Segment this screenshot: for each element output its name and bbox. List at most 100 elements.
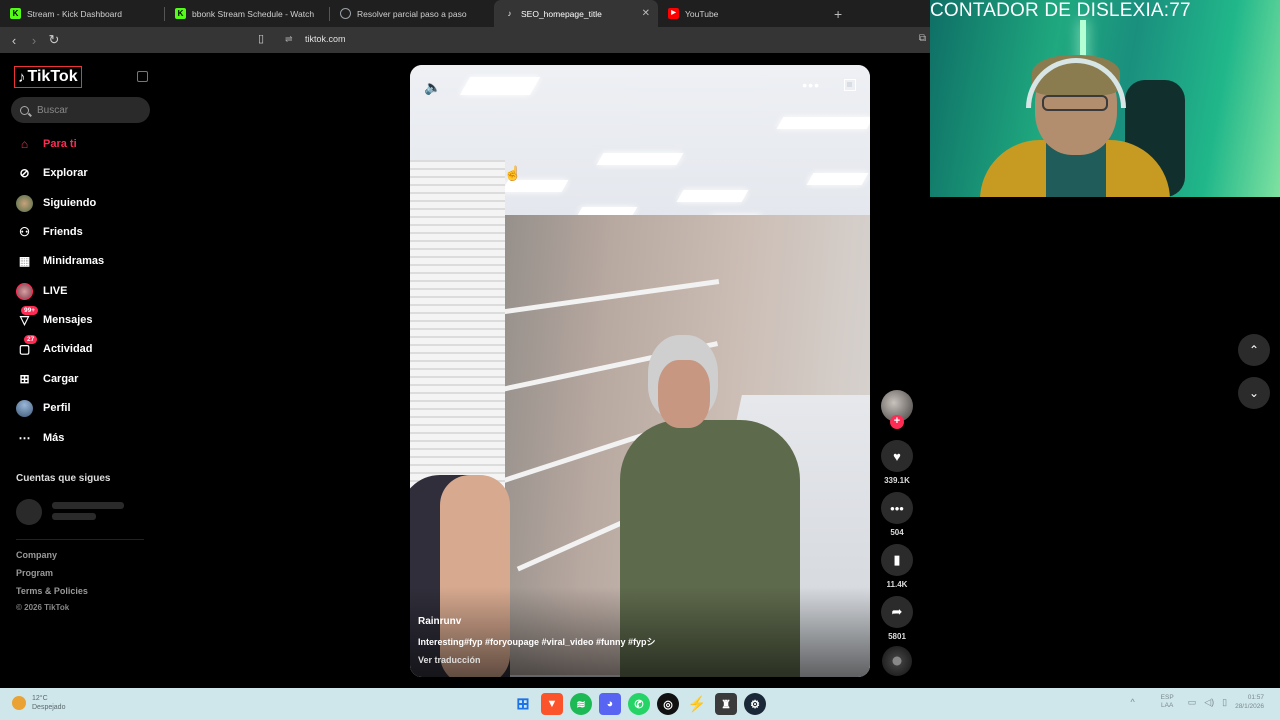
sidebar-item-mensajes[interactable]: ▽ 99+ Mensajes [16,305,93,330]
sidebar-item-para-ti[interactable]: ⌂ Para ti [16,134,77,154]
footer-link-company[interactable]: Company [16,550,57,560]
sidebar-item-cargar[interactable]: ⊞ Cargar [16,369,78,389]
lightning-app-icon[interactable]: ⚡ [686,693,708,715]
sidebar-item-perfil[interactable]: Perfil [16,398,71,418]
copyright: © 2026 TikTok [16,603,70,612]
spotify-icon[interactable]: ≋ [570,693,592,715]
like-count: 339.1K [884,476,910,485]
taskbar-apps: ⊞ ▼ ≋ ◕ ✆ ◎ ⚡ ♜ ⚙ [512,693,773,715]
weather-widget[interactable]: 12°C Despejado [12,694,65,712]
sidebar-item-siguiendo[interactable]: Siguiendo [16,193,96,213]
video-player[interactable]: 🔈 ••• ☝ Rainrunv Interesting#fyp #foryou… [410,65,870,677]
sidebar-item-label: Para ti [43,138,77,150]
kick-icon: K [175,8,186,19]
obs-icon[interactable]: ◎ [657,693,679,715]
search-input[interactable]: Buscar [11,97,150,123]
sidebar-item-explorar[interactable]: ⊘ Explorar [16,163,88,183]
video-frame-light [676,190,749,202]
volume-tray-icon[interactable]: ◁) [1204,697,1214,708]
sidebar-item-minidramas[interactable]: ▦ Minidramas [16,251,104,271]
address-bar: ‹ › ↻ ▯ ⇌ tiktok.com ⧉ [0,27,930,53]
display-icon[interactable]: ▭ [1188,697,1197,708]
bookmark-icon: ▮ [893,552,901,567]
skeleton-avatar [16,499,42,525]
sidebar-item-label: LIVE [43,285,68,297]
collapse-sidebar-icon[interactable] [137,71,148,82]
sidebar-item-label: Perfil [43,402,71,414]
see-translation-link[interactable]: Ver traducción [418,655,481,665]
webcam-glasses [1042,95,1108,111]
game-app-icon[interactable]: ♜ [715,693,737,715]
sun-icon [12,696,26,710]
system-tray: ^ ESP LAA ▭ ◁) ▯ 01:57 28/1/2026 [1130,693,1264,711]
save-button[interactable]: ▮ [881,544,913,576]
language-indicator[interactable]: ESP LAA [1161,694,1174,710]
battery-icon[interactable]: ▯ [1222,697,1227,708]
whatsapp-icon[interactable]: ✆ [628,693,650,715]
translate-icon[interactable]: ⧉ [919,33,926,44]
friends-icon: ⚇ [19,225,30,239]
compass-icon: ⊘ [19,166,30,180]
sidebar-item-live[interactable]: LIVE [16,281,67,301]
sidebar-item-label: Minidramas [43,255,105,267]
new-tab-button[interactable]: + [834,6,842,22]
windows-start-icon[interactable]: ⊞ [512,693,534,715]
page-icon [340,8,351,19]
sidebar-divider [16,539,144,540]
forward-icon[interactable]: › [24,33,44,48]
tray-chevron-icon[interactable]: ^ [1130,697,1134,707]
tiktok-icon: ♪ [507,9,512,18]
discord-icon[interactable]: ◕ [599,693,621,715]
previous-video-button[interactable]: ⌃ [1238,334,1270,366]
fullscreen-icon[interactable] [844,79,856,91]
reload-icon[interactable]: ↻ [44,32,64,48]
bookmark-icon[interactable]: ▯ [258,32,264,45]
next-video-button[interactable]: ⌄ [1238,377,1270,409]
tab-kick-dashboard[interactable]: K Stream - Kick Dashboard [0,0,164,27]
sidebar-item-actividad[interactable]: ▢ 27 Actividad [16,334,93,359]
music-disc-icon[interactable] [882,646,912,676]
footer-link-terms[interactable]: Terms & Policies [16,586,88,596]
tab-resolver-parcial[interactable]: Resolver parcial paso a paso [330,0,494,27]
lang-line-2: LAA [1161,702,1174,709]
sidebar-item-mas[interactable]: ⋯ Más [16,428,65,448]
webcam-overlay: CONTADOR DE DISLEXIA:77 [930,0,1280,197]
more-options-icon[interactable]: ••• [802,77,820,93]
url-field[interactable]: tiktok.com [305,34,346,44]
tiktok-logo[interactable]: ♪ TikTok [14,66,82,88]
sidebar-item-label: Explorar [43,167,88,179]
tab-stream-schedule[interactable]: K bbonk Stream Schedule - Watch [165,0,329,27]
steam-icon[interactable]: ⚙ [744,693,766,715]
site-info-icon[interactable]: ⇌ [285,34,293,45]
volume-icon[interactable]: 🔈 [424,79,441,96]
sidebar-item-label: Actividad [43,343,93,355]
sidebar-item-label: Friends [43,226,83,238]
weather-desc: Despejado [32,704,66,711]
sidebar-item-friends[interactable]: ⚇ Friends [16,222,83,242]
tab-title: bbonk Stream Schedule - Watch [192,8,315,19]
messages-badge: 99+ [21,305,39,315]
video-author[interactable]: Rainrunv [418,616,461,627]
close-tab-icon[interactable]: ✕ [642,8,650,19]
brave-icon[interactable]: ▼ [541,693,563,715]
comment-button[interactable]: ••• [881,492,913,524]
share-button[interactable]: ➦ [881,596,913,628]
footer-link-program[interactable]: Program [16,568,53,578]
more-icon: ⋯ [18,431,31,445]
search-icon [20,105,29,115]
back-icon[interactable]: ‹ [4,33,24,48]
messages-icon: ▽ 99+ [16,305,39,329]
tab-title: Stream - Kick Dashboard [27,8,122,19]
tab-tiktok[interactable]: ♪ SEO_homepage_title ✕ [494,0,658,27]
like-button[interactable]: ♥ [881,440,913,472]
tab-youtube[interactable]: ▶ YouTube [658,0,822,27]
clock-date: 28/1/2026 [1235,703,1264,710]
video-frame-light [577,207,638,215]
video-frame-light [459,77,541,95]
share-count: 5801 [888,632,906,641]
clock[interactable]: 01:57 28/1/2026 [1235,693,1264,711]
weather-temp: 12°C [32,695,48,702]
follow-plus-icon[interactable]: + [890,415,904,429]
chevron-down-icon: ⌄ [1248,386,1260,400]
kick-icon: K [10,8,21,19]
